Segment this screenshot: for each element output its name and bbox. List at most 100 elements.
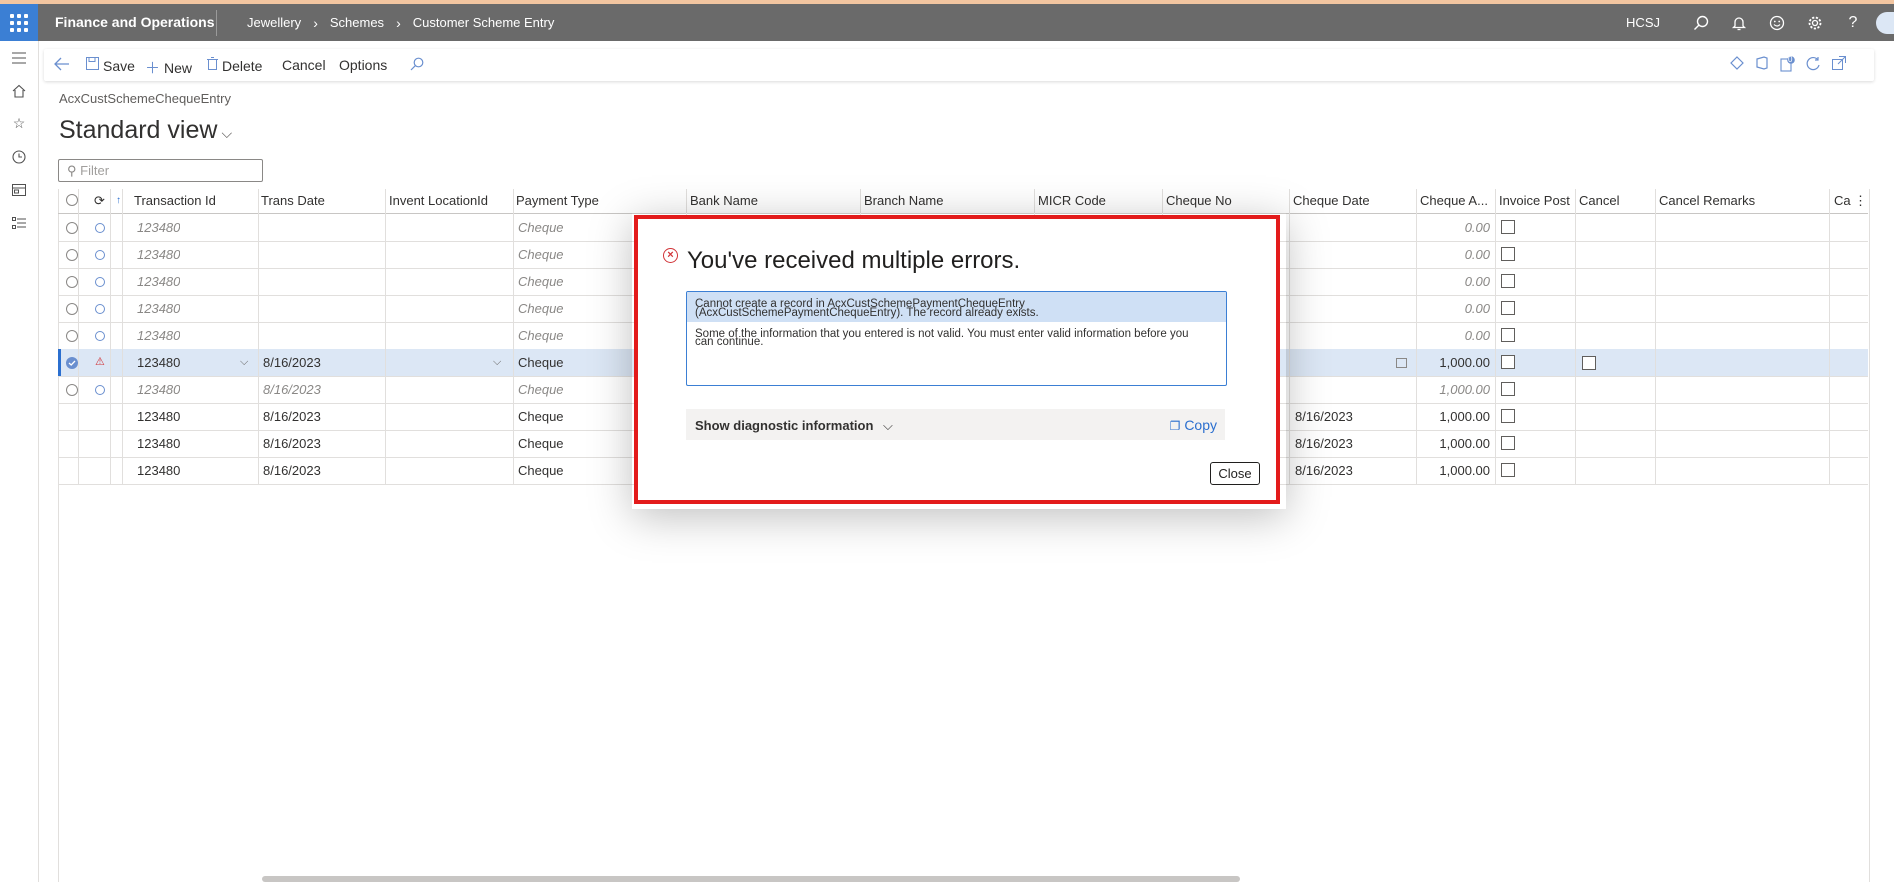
cell-transaction-id[interactable]: 123480 <box>137 295 180 322</box>
invoice-post-checkbox[interactable] <box>1501 463 1515 477</box>
attachments-icon[interactable]: 0 <box>1780 55 1796 76</box>
cell-cheque-amount[interactable]: 1,000.00 <box>1418 376 1490 403</box>
cell-cheque-amount[interactable]: 1,000.00 <box>1418 457 1490 484</box>
cell-trans-date[interactable]: 8/16/2023 <box>263 349 321 376</box>
cell-payment-type[interactable]: Cheque <box>518 268 564 295</box>
cell-payment-type[interactable]: Cheque <box>518 430 564 457</box>
row-select-radio[interactable] <box>66 249 78 261</box>
app-name[interactable]: Finance and Operations <box>55 14 214 30</box>
cell-transaction-id[interactable]: 123480 <box>137 376 180 403</box>
filter-input[interactable]: ⚲ Filter <box>58 159 263 182</box>
cancel-checkbox[interactable] <box>1582 356 1596 370</box>
app-launcher-icon[interactable] <box>0 4 38 41</box>
cell-payment-type[interactable]: Cheque <box>518 376 564 403</box>
avatar[interactable] <box>1876 11 1894 34</box>
row-select-radio[interactable] <box>66 330 78 342</box>
column-header-cancel[interactable]: Cancel <box>1579 189 1619 213</box>
column-header-invoice-post[interactable]: Invoice Post <box>1499 189 1570 213</box>
cell-transaction-id[interactable]: 123480 <box>137 322 180 349</box>
cell-cheque-amount[interactable]: 0.00 <box>1418 295 1490 322</box>
delete-button[interactable]: Delete <box>207 57 262 74</box>
open-new-window-icon[interactable] <box>1832 56 1846 74</box>
cell-cheque-amount[interactable]: 1,000.00 <box>1418 430 1490 457</box>
calendar-icon[interactable] <box>1396 358 1407 368</box>
options-button[interactable]: Options <box>339 57 387 73</box>
cell-payment-type[interactable]: Cheque <box>518 214 564 241</box>
column-header-bank-name[interactable]: Bank Name <box>690 189 758 213</box>
cell-trans-date[interactable]: 8/16/2023 <box>263 430 321 457</box>
cell-payment-type[interactable]: Cheque <box>518 349 564 376</box>
help-icon[interactable]: ? <box>1834 4 1872 41</box>
chevron-down-icon[interactable]: ⌵ <box>240 349 248 376</box>
cell-payment-type[interactable]: Cheque <box>518 241 564 268</box>
cell-transaction-id[interactable]: 123480 <box>137 268 180 295</box>
column-header-ca[interactable]: Ca <box>1834 189 1851 213</box>
row-select-radio[interactable] <box>66 303 78 315</box>
cell-trans-date[interactable]: 8/16/2023 <box>263 457 321 484</box>
back-arrow-icon[interactable] <box>54 57 70 71</box>
invoice-post-checkbox[interactable] <box>1501 409 1515 423</box>
row-select-radio[interactable] <box>66 222 78 234</box>
invoice-post-checkbox[interactable] <box>1501 436 1515 450</box>
cell-transaction-id[interactable]: 123480 <box>137 214 180 241</box>
cell-cheque-amount[interactable]: 1,000.00 <box>1418 349 1490 376</box>
office-icon[interactable] <box>1756 56 1768 74</box>
row-select-radio[interactable] <box>66 384 78 396</box>
new-button[interactable]: ＋ New <box>145 57 192 78</box>
cell-cheque-amount[interactable]: 0.00 <box>1418 268 1490 295</box>
company-picker[interactable]: HCSJ <box>1626 15 1660 30</box>
hamburger-menu-icon[interactable] <box>0 41 38 74</box>
cell-cheque-amount[interactable]: 0.00 <box>1418 214 1490 241</box>
cell-payment-type[interactable]: Cheque <box>518 322 564 349</box>
invoice-post-checkbox[interactable] <box>1501 301 1515 315</box>
column-header-transaction-id[interactable]: Transaction Id <box>134 189 216 213</box>
column-options-icon[interactable]: ⋮ <box>1854 189 1867 213</box>
breadcrumb-item-jewellery[interactable]: Jewellery <box>247 15 301 31</box>
bell-icon[interactable] <box>1720 4 1758 41</box>
cell-payment-type[interactable]: Cheque <box>518 295 564 322</box>
cell-transaction-id[interactable]: 123480 <box>137 403 180 430</box>
invoice-post-checkbox[interactable] <box>1501 220 1515 234</box>
invoice-post-checkbox[interactable] <box>1501 328 1515 342</box>
cell-trans-date[interactable]: 8/16/2023 <box>263 403 321 430</box>
invoice-post-checkbox[interactable] <box>1501 355 1515 369</box>
column-header-invent-location-id[interactable]: Invent LocationId <box>389 189 488 213</box>
cell-cheque-amount[interactable]: 0.00 <box>1418 241 1490 268</box>
cell-transaction-id[interactable]: 123480 <box>137 430 180 457</box>
cancel-button[interactable]: Cancel <box>282 57 326 73</box>
column-header-cheque-amount[interactable]: Cheque A... <box>1420 189 1488 213</box>
invoice-post-checkbox[interactable] <box>1501 247 1515 261</box>
search-icon[interactable] <box>1682 4 1720 41</box>
column-header-cancel-remarks[interactable]: Cancel Remarks <box>1659 189 1755 213</box>
select-all-radio[interactable] <box>66 194 78 206</box>
chevron-down-icon[interactable]: ⌵ <box>493 349 501 376</box>
refresh-column-icon[interactable]: ⟳ <box>94 189 105 213</box>
cell-cheque-amount[interactable]: 1,000.00 <box>1418 403 1490 430</box>
invoice-post-checkbox[interactable] <box>1501 274 1515 288</box>
cell-cheque-date[interactable]: 8/16/2023 <box>1295 457 1353 484</box>
star-favorites-icon[interactable]: ☆ <box>0 107 38 140</box>
cell-cheque-date[interactable]: 8/16/2023 <box>1295 403 1353 430</box>
home-icon[interactable] <box>0 74 38 107</box>
column-header-cheque-date[interactable]: Cheque Date <box>1293 189 1370 213</box>
column-header-cheque-no[interactable]: Cheque No <box>1166 189 1232 213</box>
copy-button[interactable]: ❐ Copy <box>1170 417 1217 433</box>
column-header-payment-type[interactable]: Payment Type <box>516 189 599 213</box>
view-selector[interactable]: Standard view ⌵ <box>59 116 232 145</box>
clock-recent-icon[interactable] <box>0 140 38 173</box>
breadcrumb-item-schemes[interactable]: Schemes <box>330 15 384 31</box>
column-header-trans-date[interactable]: Trans Date <box>261 189 325 213</box>
diagnostic-toggle[interactable]: Show diagnostic information ⌵ ❐ Copy <box>686 409 1225 440</box>
cell-payment-type[interactable]: Cheque <box>518 457 564 484</box>
workspaces-icon[interactable] <box>0 173 38 206</box>
search-icon[interactable] <box>410 57 424 71</box>
row-select-radio[interactable] <box>66 276 78 288</box>
cell-trans-date[interactable]: 8/16/2023 <box>263 376 321 403</box>
smiley-feedback-icon[interactable] <box>1758 4 1796 41</box>
cell-cheque-amount[interactable]: 0.00 <box>1418 322 1490 349</box>
column-header-branch-name[interactable]: Branch Name <box>864 189 943 213</box>
save-button[interactable]: Save <box>86 57 135 74</box>
diamond-power-apps-icon[interactable] <box>1730 56 1744 74</box>
cell-payment-type[interactable]: Cheque <box>518 403 564 430</box>
breadcrumb-item-customer-scheme-entry[interactable]: Customer Scheme Entry <box>413 15 555 31</box>
